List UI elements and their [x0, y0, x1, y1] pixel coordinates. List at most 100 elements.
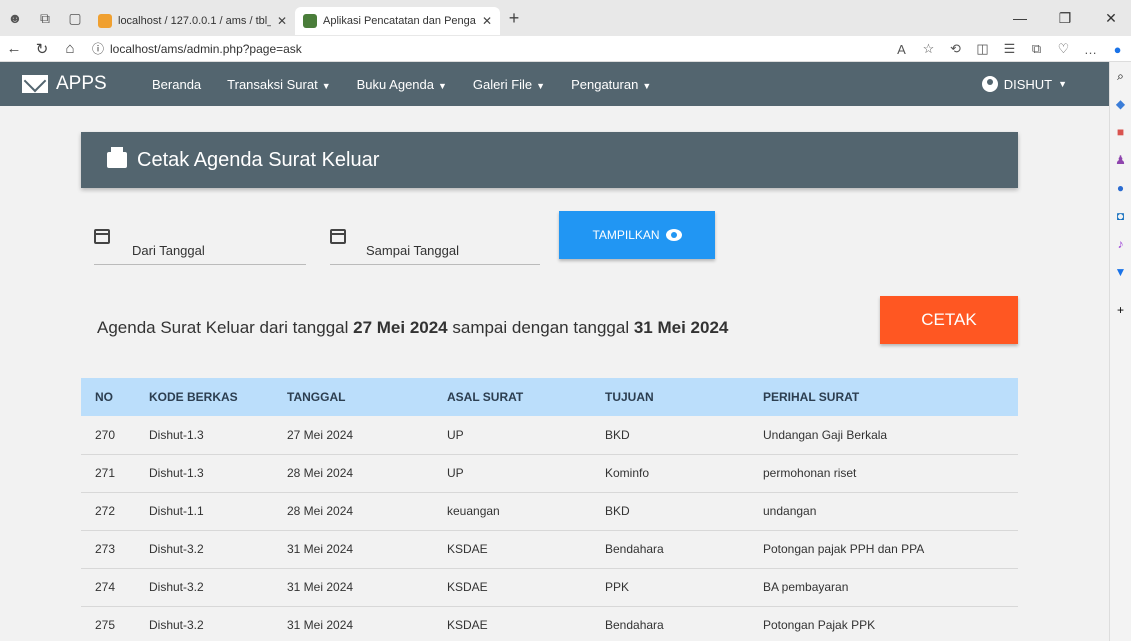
table-row: 272 Dishut-1.1 28 Mei 2024 keuangan BKD …	[81, 492, 1018, 530]
summary-date-to: 31 Mei 2024	[633, 318, 729, 337]
favorites-icon[interactable]: ☰	[996, 41, 1023, 57]
table-row: 273 Dishut-3.2 31 Mei 2024 KSDAE Bendaha…	[81, 530, 1018, 568]
cell-perihal: undangan	[763, 504, 817, 518]
send-icon[interactable]: ▼	[1115, 258, 1127, 286]
restore-icon[interactable]: ❐	[1045, 0, 1085, 36]
show-button-label: TAMPILKAN	[592, 228, 660, 242]
read-aloud-icon[interactable]: A	[888, 42, 915, 57]
games-icon[interactable]: ●	[1117, 174, 1124, 202]
cell-perihal: Undangan Gaji Berkala	[763, 427, 888, 442]
extensions-icon[interactable]: ⟲	[942, 41, 969, 57]
cell-asal: KSDAE	[447, 618, 488, 632]
user-menu[interactable]: DISHUT ▼	[981, 76, 1067, 92]
cell-tujuan: PPK	[605, 580, 630, 594]
calendar-icon	[94, 229, 110, 244]
browser-tab-phpmyadmin[interactable]: localhost / 127.0.0.1 / ams / tbl_ ✕	[90, 7, 295, 35]
app-navbar: APPS Beranda Transaksi Surat ▼ Buku Agend…	[0, 62, 1109, 106]
cell-asal: KSDAE	[447, 542, 488, 556]
table-row: 270 Dishut-1.3 27 Mei 2024 UP BKD Undang…	[81, 416, 1018, 454]
eye-icon	[665, 229, 682, 241]
cell-tujuan: BKD	[605, 427, 630, 442]
user-name: DISHUT	[1003, 76, 1053, 92]
show-button[interactable]: TAMPILKAN	[559, 211, 715, 259]
profile-icon[interactable]: ☻	[0, 3, 30, 33]
cell-kode: Dishut-1.3	[149, 466, 204, 480]
table-row: 271 Dishut-1.3 28 Mei 2024 UP Kominfo pe…	[81, 454, 1018, 492]
search-icon[interactable]: ⌕	[1117, 62, 1124, 90]
back-icon[interactable]: ←	[0, 40, 28, 57]
cell-tujuan: Bendahara	[605, 618, 664, 632]
workspaces-icon[interactable]: ⧉	[30, 3, 60, 33]
copilot-icon[interactable]: ●	[1104, 42, 1131, 57]
cell-perihal: Potongan Pajak PPK	[763, 618, 876, 632]
browser-sidebar: ⌕ ◆ ■ ♟ ● ◘ ♪ ▼ +	[1109, 62, 1131, 641]
collections-icon[interactable]: ⧉	[1023, 41, 1050, 57]
url-field[interactable]: ⓘ localhost/ams/admin.php?page=ask	[92, 40, 302, 57]
caret-down-icon: ▼	[438, 80, 447, 91]
shopping-icon[interactable]: ■	[1117, 118, 1124, 146]
table-row: 275 Dishut-3.2 31 Mei 2024 KSDAE Bendaha…	[81, 606, 1018, 641]
header-kode-berkas: KODE BERKAS	[149, 390, 238, 404]
cell-kode: Dishut-3.2	[149, 618, 204, 632]
table-row: 274 Dishut-3.2 31 Mei 2024 KSDAE PPK BA …	[81, 568, 1018, 606]
address-bar: ← ↻ ⌂ ⓘ localhost/ams/admin.php?page=ask…	[0, 36, 1131, 62]
outlook-icon[interactable]: ◘	[1117, 202, 1124, 230]
app-page: APPS Beranda Transaksi Surat ▼ Buku Agend…	[0, 62, 1109, 641]
menu-transaksi-surat[interactable]: Transaksi Surat ▼	[227, 77, 330, 92]
menu-pengaturan[interactable]: Pengaturan ▼	[571, 77, 651, 92]
brand-text: APPS	[56, 73, 107, 94]
close-tab-icon[interactable]: ✕	[482, 14, 492, 28]
cell-tujuan: Bendahara	[605, 542, 664, 556]
caret-down-icon: ▼	[321, 80, 331, 91]
minimize-icon[interactable]: —	[1000, 0, 1040, 36]
close-window-icon[interactable]: ✕	[1091, 0, 1131, 36]
cell-no: 275	[95, 618, 116, 632]
tab-title: localhost / 127.0.0.1 / ams / tbl_	[118, 15, 271, 27]
header-tanggal: TANGGAL	[287, 390, 346, 404]
split-screen-icon[interactable]: ◫	[969, 41, 996, 57]
people-icon[interactable]: ♟	[1115, 146, 1126, 174]
cell-perihal: Potongan pajak PPH dan PPA	[763, 542, 925, 556]
browser-tabstrip: ☻ ⧉ ▢ localhost / 127.0.0.1 / ams / tbl_…	[0, 0, 1131, 36]
menu-galeri-file[interactable]: Galeri File ▼	[473, 77, 545, 92]
cell-kode: Dishut-3.2	[149, 580, 204, 594]
from-date-field[interactable]: Dari Tanggal	[94, 227, 306, 265]
cell-kode: Dishut-1.1	[149, 504, 204, 518]
menu-buku-agenda[interactable]: Buku Agenda ▼	[357, 77, 447, 92]
more-icon[interactable]: …	[1077, 42, 1104, 57]
tag-icon[interactable]: ◆	[1116, 90, 1125, 118]
cell-no: 273	[95, 542, 116, 556]
to-date-field[interactable]: Sampai Tanggal	[330, 227, 540, 265]
performance-icon[interactable]: ♡	[1050, 41, 1077, 57]
summary-prefix: Agenda Surat Keluar dari tanggal	[97, 318, 354, 337]
refresh-icon[interactable]: ↻	[28, 40, 56, 58]
page-title-card: Cetak Agenda Surat Keluar	[81, 132, 1018, 188]
tab-actions-icon[interactable]: ▢	[60, 3, 90, 33]
brand-logo[interactable]: APPS	[0, 73, 140, 95]
menu-label: Transaksi Surat	[227, 76, 318, 92]
favorite-star-icon[interactable]: ☆	[915, 41, 942, 57]
add-sidebar-icon[interactable]: +	[1117, 296, 1124, 324]
browser-tab-app[interactable]: Aplikasi Pencatatan dan Pengarsi ✕	[295, 7, 500, 35]
menu-label: Beranda	[152, 76, 202, 92]
new-tab-icon[interactable]: +	[500, 8, 528, 29]
cell-tujuan: BKD	[605, 504, 630, 518]
main-menu: Beranda Transaksi Surat ▼ Buku Agenda ▼ Ga…	[152, 77, 651, 92]
info-icon[interactable]: ⓘ	[92, 40, 104, 57]
cell-no: 272	[95, 504, 116, 518]
print-button[interactable]: CETAK	[880, 296, 1018, 344]
close-tab-icon[interactable]: ✕	[277, 14, 287, 28]
cell-no: 270	[95, 427, 116, 442]
print-icon	[107, 147, 127, 168]
cell-tanggal: 28 Mei 2024	[287, 504, 354, 518]
page-title: Cetak Agenda Surat Keluar	[137, 148, 380, 171]
header-perihal-surat: PERIHAL SURAT	[763, 390, 860, 404]
header-asal-surat: ASAL SURAT	[447, 390, 524, 404]
designer-icon[interactable]: ♪	[1118, 230, 1124, 258]
cell-tanggal: 31 Mei 2024	[287, 580, 354, 594]
menu-beranda[interactable]: Beranda	[152, 77, 201, 92]
from-date-label: Dari Tanggal	[132, 243, 205, 258]
phpmyadmin-favicon-icon	[98, 14, 112, 28]
cell-tanggal: 31 Mei 2024	[287, 618, 354, 632]
home-icon[interactable]: ⌂	[56, 40, 84, 57]
